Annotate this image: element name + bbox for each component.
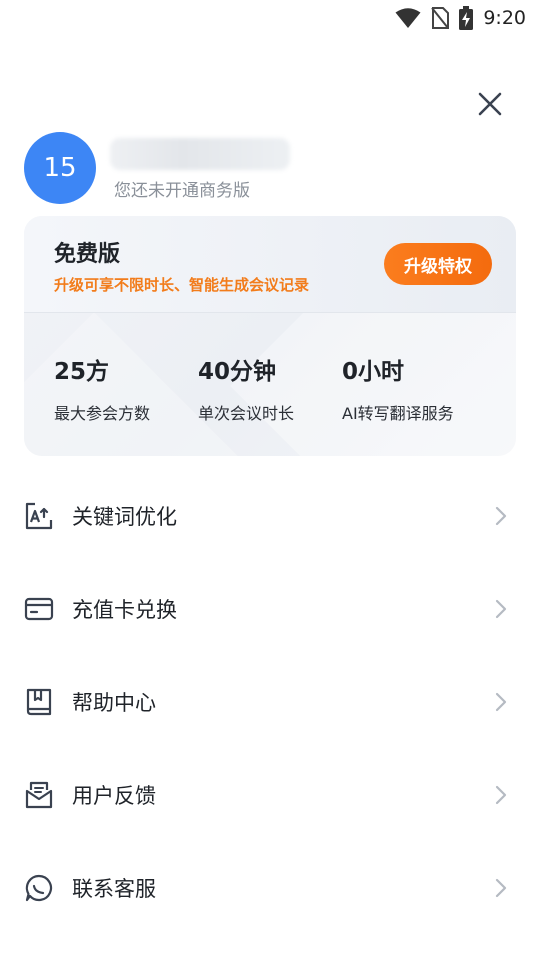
plan-header: 免费版 升级可享不限时长、智能生成会议记录 升级特权 [24, 216, 516, 313]
stat-value: 0小时 [342, 359, 405, 385]
menu-item-label: 用户反馈 [72, 783, 156, 808]
close-button[interactable] [474, 88, 506, 120]
menu-item-card-redeem[interactable]: 充值卡兑换 [0, 562, 540, 655]
upgrade-button[interactable]: 升级特权 [384, 243, 492, 285]
feedback-icon [25, 781, 53, 808]
keyword-icon [25, 502, 53, 529]
status-time: 9:20 [483, 7, 526, 29]
battery-charging-icon [459, 6, 474, 30]
menu-item-label: 联系客服 [72, 876, 156, 901]
stat-label: AI转写翻译服务 [342, 404, 454, 423]
menu-item-label: 关键词优化 [72, 504, 177, 529]
chevron-right-icon [495, 785, 507, 804]
avatar[interactable]: 15 [24, 132, 96, 204]
settings-menu: 关键词优化 充值卡兑换 帮助中心 用户反馈 联系客服 [0, 469, 540, 934]
plan-description: 升级可享不限时长、智能生成会议记录 [54, 276, 310, 294]
stat-value: 40分钟 [198, 359, 277, 385]
menu-item-help-center[interactable]: 帮助中心 [0, 655, 540, 748]
chat-icon [25, 874, 53, 901]
close-icon [478, 92, 502, 116]
stat-value: 25方 [54, 359, 110, 385]
plan-title: 免费版 [54, 242, 121, 267]
stat-label: 单次会议时长 [198, 404, 295, 423]
subscription-status: 您还未开通商务版 [114, 181, 250, 201]
stat-max-participants: 25方 最大参会方数 [54, 352, 150, 424]
plan-card: 免费版 升级可享不限时长、智能生成会议记录 升级特权 25方 最大参会方数 40… [24, 216, 516, 456]
stat-label: 最大参会方数 [54, 404, 151, 423]
chevron-right-icon [495, 878, 507, 897]
wifi-icon [395, 8, 421, 28]
menu-item-label: 充值卡兑换 [72, 597, 177, 622]
stat-meeting-duration: 40分钟 单次会议时长 [198, 352, 294, 424]
profile-section: 15 您还未开通商务版 [24, 132, 516, 204]
menu-item-label: 帮助中心 [72, 690, 156, 715]
no-sim-icon [431, 7, 450, 29]
stat-ai-transcription: 0小时 AI转写翻译服务 [342, 352, 454, 424]
status-bar: 9:20 [0, 0, 540, 36]
menu-item-keyword-optimization[interactable]: 关键词优化 [0, 469, 540, 562]
chevron-right-icon [495, 506, 507, 525]
chevron-right-icon [495, 692, 507, 711]
book-icon [26, 688, 52, 715]
menu-item-customer-service[interactable]: 联系客服 [0, 841, 540, 934]
card-icon [24, 597, 54, 620]
menu-item-user-feedback[interactable]: 用户反馈 [0, 748, 540, 841]
chevron-right-icon [495, 599, 507, 618]
blurred-username [110, 138, 290, 170]
